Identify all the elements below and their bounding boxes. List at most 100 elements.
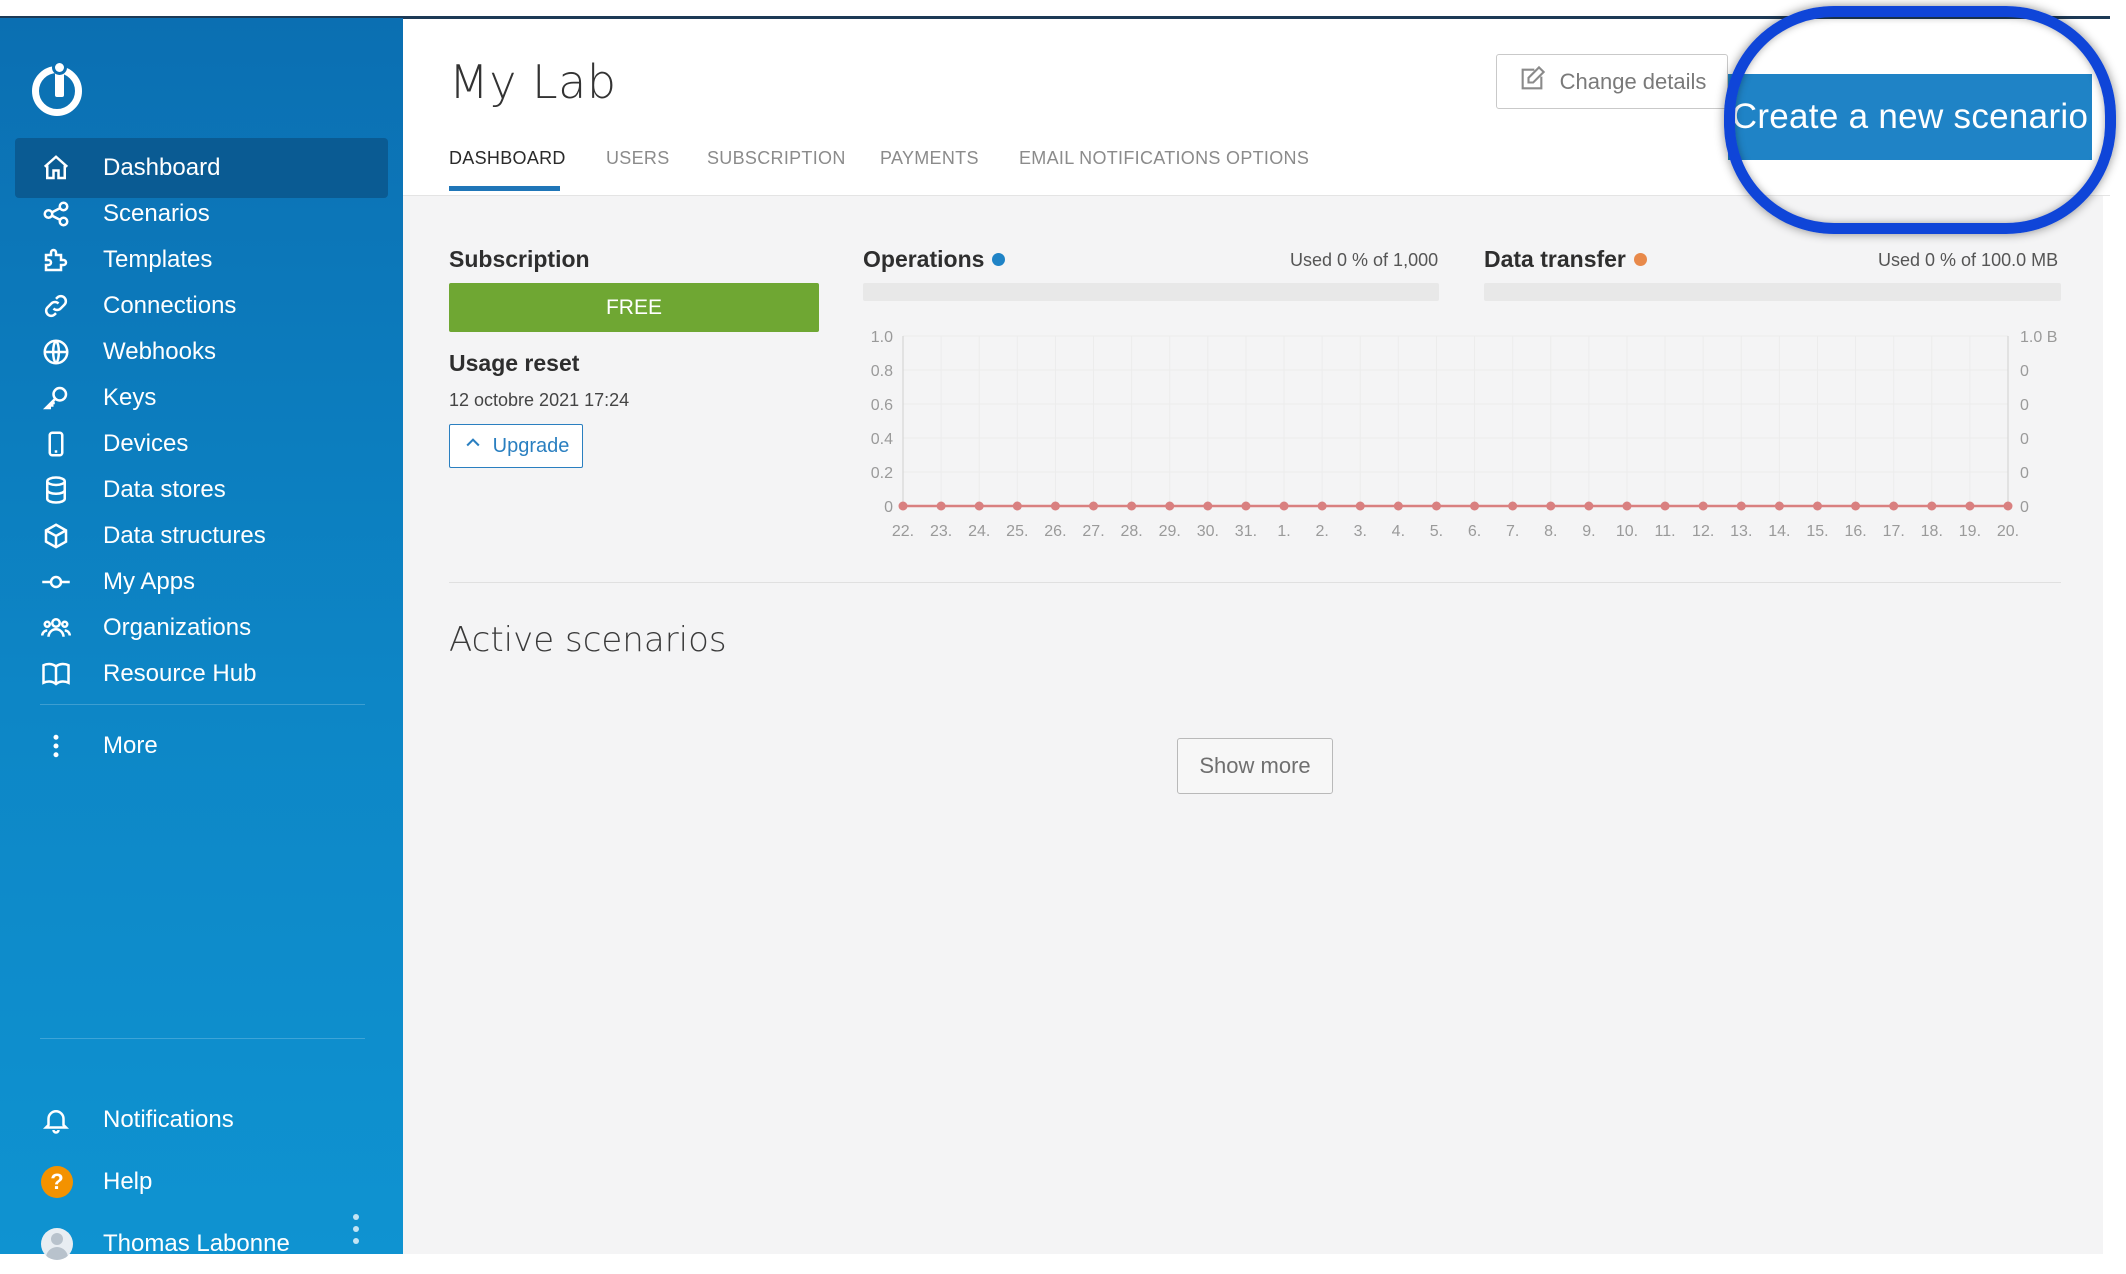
x-tick-label: 3.: [1354, 523, 1367, 540]
sidebar-item-label: Resource Hub: [103, 660, 257, 687]
data-point: [936, 501, 946, 511]
cube-icon: [15, 521, 81, 551]
show-more-button[interactable]: Show more: [1177, 738, 1333, 794]
sidebar-item-label: Templates: [103, 246, 213, 273]
make-logo-icon[interactable]: [32, 63, 82, 116]
data-point: [1241, 501, 1251, 511]
data-point: [1317, 501, 1327, 511]
tab-dashboard[interactable]: DASHBOARD: [449, 148, 566, 169]
x-tick-label: 12.: [1692, 523, 1714, 540]
sidebar-item-user[interactable]: Thomas Labonne: [15, 1214, 388, 1274]
x-tick-label: 30.: [1197, 523, 1219, 540]
sidebar-item-label: More: [103, 732, 158, 759]
usage-reset-date: 12 octobre 2021 17:24: [449, 390, 630, 410]
x-tick-label: 20.: [1997, 523, 2019, 540]
book-icon: [15, 659, 81, 689]
change-details-button[interactable]: Change details: [1496, 54, 1728, 109]
create-scenario-button[interactable]: Create a new scenario: [1728, 74, 2092, 160]
operations-label: Operations: [863, 246, 1006, 273]
x-tick-label: 24.: [968, 523, 990, 540]
sidebar-item-more[interactable]: More: [15, 716, 388, 776]
tab-users[interactable]: USERS: [606, 148, 670, 169]
sidebar-item-label: Dashboard: [103, 154, 221, 181]
data-point: [1355, 501, 1365, 511]
sidebar-item-resource-hub[interactable]: Resource Hub: [15, 644, 388, 704]
data-point: [1127, 501, 1137, 511]
page-title: My Lab: [449, 55, 617, 109]
y-tick-label-left: 0.2: [871, 465, 893, 482]
data-point: [1508, 501, 1518, 511]
x-tick-label: 29.: [1159, 523, 1181, 540]
link-icon: [15, 291, 81, 321]
section-divider: [449, 582, 2061, 583]
x-tick-label: 7.: [1506, 523, 1519, 540]
sidebar-item-help[interactable]: ? Help: [15, 1152, 388, 1212]
active-tab-indicator: [449, 186, 560, 191]
data-point: [1431, 501, 1441, 511]
usage-reset-label: Usage reset: [449, 350, 580, 376]
sidebar-item-label: My Apps: [103, 568, 196, 595]
data-point: [1203, 501, 1213, 511]
upgrade-label: Upgrade: [492, 434, 570, 457]
database-icon: [15, 475, 81, 505]
sidebar-item-label: Help: [103, 1168, 153, 1195]
vertical-ellipsis-icon: [15, 731, 81, 761]
x-tick-label: 6.: [1468, 523, 1481, 540]
tab-email-notifications[interactable]: EMAIL NOTIFICATIONS OPTIONS: [1019, 148, 1309, 169]
sidebar-item-label: Data structures: [103, 522, 266, 549]
chevron-up-icon: [463, 433, 483, 459]
help-icon: ?: [41, 1166, 73, 1198]
user-menu-icon[interactable]: [350, 1214, 362, 1244]
data-point: [1889, 501, 1899, 511]
x-tick-label: 26.: [1044, 523, 1066, 540]
key-icon: [15, 383, 81, 413]
x-tick-label: 15.: [1806, 523, 1828, 540]
data-point: [1393, 501, 1403, 511]
x-tick-label: 1.: [1277, 523, 1290, 540]
x-tick-label: 18.: [1921, 523, 1943, 540]
change-details-label: Change details: [1559, 68, 1707, 94]
sidebar-item-label: Data stores: [103, 476, 226, 503]
x-tick-label: 25.: [1006, 523, 1028, 540]
y-tick-label-left: 0.6: [871, 397, 893, 414]
data-point: [1012, 501, 1022, 511]
tab-payments[interactable]: PAYMENTS: [880, 148, 979, 169]
operations-usage-text: Used 0 % of 1,000: [1290, 250, 1439, 270]
upgrade-button[interactable]: Upgrade: [449, 424, 583, 468]
data-point: [1965, 501, 1975, 511]
y-tick-label-right: 0: [2020, 363, 2029, 380]
x-tick-label: 28.: [1120, 523, 1142, 540]
sidebar-item-label: Webhooks: [103, 338, 216, 365]
operations-legend-dot: [992, 253, 1006, 266]
tab-subscription[interactable]: SUBSCRIPTION: [707, 148, 846, 169]
data-point: [1279, 501, 1289, 511]
data-point: [1774, 501, 1784, 511]
users-icon: [15, 613, 81, 643]
data-point: [2003, 501, 2013, 511]
data-point: [1851, 501, 1861, 511]
x-tick-label: 14.: [1768, 523, 1790, 540]
x-tick-label: 23.: [930, 523, 952, 540]
x-tick-label: 11.: [1655, 523, 1676, 540]
operations-usage-bar: [863, 283, 1439, 301]
puzzle-icon: [15, 245, 81, 275]
usage-chart: 0 0.2 0.4 0.6 0.8 1.0 0 0 0 0 0 1.0 B 22. 23. 24. 25. 26…: [871, 329, 2058, 540]
sidebar-item-label: Organizations: [103, 614, 252, 641]
y-tick-label-left: 0: [884, 499, 893, 516]
sidebar-divider: [40, 1038, 365, 1039]
commit-node-icon: [15, 567, 81, 597]
sidebar-item-notifications[interactable]: Notifications: [15, 1090, 388, 1150]
sidebar-divider: [40, 704, 365, 705]
data-point: [1812, 501, 1822, 511]
data-point: [1470, 501, 1480, 511]
share-nodes-icon: [15, 199, 81, 229]
x-tick-label: 16.: [1844, 523, 1866, 540]
data-point: [1546, 501, 1556, 511]
y-tick-label-right: 0: [2020, 499, 2029, 516]
x-tick-label: 5.: [1430, 523, 1443, 540]
sidebar-item-label: Devices: [103, 430, 189, 457]
y-tick-label-left: 0.4: [871, 431, 893, 448]
y-tick-label-right: 0: [2020, 397, 2029, 414]
data-point: [1050, 501, 1060, 511]
sidebar: Dashboard Scenarios Templates Connection…: [0, 18, 403, 1260]
